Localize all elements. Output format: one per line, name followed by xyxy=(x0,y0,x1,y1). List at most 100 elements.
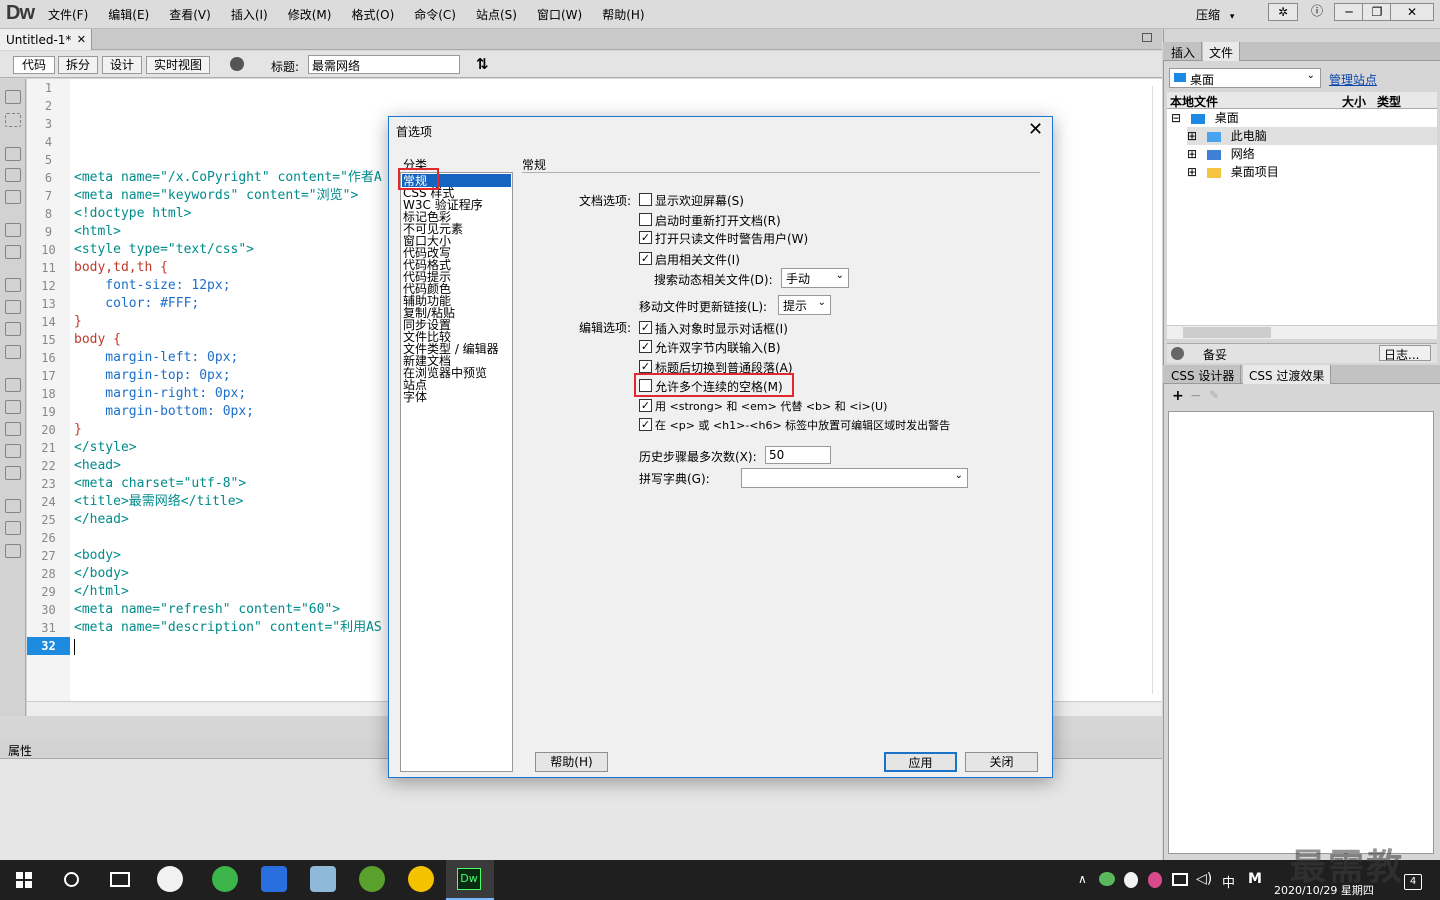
log-button[interactable]: 日志... xyxy=(1379,345,1431,362)
menu-file[interactable]: 文件(F) xyxy=(48,6,88,23)
word-wrap-icon[interactable] xyxy=(5,322,21,336)
wrap-tag-icon[interactable] xyxy=(5,422,21,436)
melon-icon[interactable] xyxy=(359,866,385,892)
tab-css-transitions[interactable]: CSS 过渡效果 xyxy=(1243,365,1332,384)
qq-icon[interactable] xyxy=(1124,872,1138,888)
globe-icon[interactable] xyxy=(230,57,244,71)
column-type[interactable]: 类型 xyxy=(1377,93,1401,110)
restore-panel-icon[interactable] xyxy=(1142,33,1152,42)
tree-item-desktop[interactable]: ⊟ 桌面 xyxy=(1171,109,1239,127)
collapse-selection-icon[interactable] xyxy=(5,168,21,182)
file-transfer-icon[interactable]: ⇅ xyxy=(476,55,489,73)
apply-comment-icon[interactable] xyxy=(5,378,21,392)
recent-snippets-icon[interactable] xyxy=(5,444,21,458)
tab-css-designer[interactable]: CSS 设计器 xyxy=(1165,365,1242,384)
workspace-switcher[interactable]: 压缩 ▾ xyxy=(1196,6,1234,23)
app-icon[interactable] xyxy=(157,866,183,892)
indent-code-icon[interactable] xyxy=(5,499,21,513)
menu-window[interactable]: 窗口(W) xyxy=(537,6,582,23)
tree-item-network[interactable]: ⊞ 网络 xyxy=(1187,145,1255,163)
tab-insert[interactable]: 插入 xyxy=(1165,42,1203,61)
menu-view[interactable]: 查看(V) xyxy=(169,6,211,23)
minimize-button[interactable]: ─ xyxy=(1334,3,1364,21)
menu-command[interactable]: 命令(C) xyxy=(414,6,456,23)
expand-icon[interactable]: ⊞ xyxy=(1187,129,1197,143)
edit-transition-button[interactable]: ✎ xyxy=(1209,388,1219,402)
search-dynamic-select[interactable]: 手动 ⌄ xyxy=(781,268,849,288)
line-numbers-icon[interactable] xyxy=(5,278,21,292)
checkbox-editable-warning[interactable]: ✓ xyxy=(639,418,652,431)
move-css-icon[interactable] xyxy=(5,466,21,480)
security-icon[interactable] xyxy=(408,866,434,892)
column-size[interactable]: 大小 xyxy=(1342,93,1366,110)
menu-modify[interactable]: 修改(M) xyxy=(288,6,332,23)
close-button[interactable]: 关闭 xyxy=(965,752,1038,772)
spell-dictionary-select[interactable]: ⌄ xyxy=(741,468,968,488)
collapse-icon[interactable]: ⊟ xyxy=(1171,111,1181,125)
chevron-up-icon[interactable]: ∧ xyxy=(1078,872,1087,886)
close-icon[interactable]: ✕ xyxy=(1028,120,1043,140)
remove-transition-button[interactable]: − xyxy=(1190,388,1202,404)
remove-comment-icon[interactable] xyxy=(5,400,21,414)
expand-icon[interactable]: ⊞ xyxy=(1187,165,1197,179)
qq-icon-2[interactable] xyxy=(1148,872,1162,888)
tree-item-this-pc[interactable]: ⊞ 此电脑 xyxy=(1187,127,1437,145)
title-input[interactable]: 最需网络 xyxy=(308,55,460,74)
live-view-button[interactable]: 实时视图 xyxy=(146,56,210,74)
open-documents-icon[interactable] xyxy=(5,90,21,104)
manage-sites-link[interactable]: 管理站点 xyxy=(1329,71,1377,88)
menu-site[interactable]: 站点(S) xyxy=(476,6,517,23)
checkbox-strong-em[interactable]: ✓ xyxy=(639,399,652,412)
format-source-icon[interactable] xyxy=(5,544,21,558)
category-item[interactable]: 字体 xyxy=(403,391,427,403)
dreamweaver-taskbar-button[interactable]: Dw xyxy=(446,860,494,900)
info-icon[interactable]: ⓘ xyxy=(1302,3,1332,21)
file-tree-scrollbar[interactable] xyxy=(1167,325,1437,339)
select-parent-tag-icon[interactable] xyxy=(5,223,21,237)
wechat-icon[interactable] xyxy=(1099,872,1115,886)
close-icon[interactable]: ✕ xyxy=(77,33,86,46)
code-vertical-scrollbar[interactable] xyxy=(1152,86,1160,694)
balance-braces-icon[interactable] xyxy=(5,245,21,259)
show-code-navigator-icon[interactable] xyxy=(5,113,21,127)
apply-button[interactable]: 应用 xyxy=(884,752,957,772)
close-window-button[interactable]: ✕ xyxy=(1390,3,1434,21)
wps-icon[interactable] xyxy=(261,866,287,892)
ime-indicator[interactable]: 中 xyxy=(1222,872,1235,891)
document-tab[interactable]: Untitled-1* ✕ xyxy=(0,29,92,50)
add-transition-button[interactable]: + xyxy=(1172,388,1184,404)
checkbox-insert-dialog[interactable]: ✓ xyxy=(639,321,652,334)
menu-format[interactable]: 格式(O) xyxy=(351,6,394,23)
tree-item-desktop-items[interactable]: ⊞ 桌面项目 xyxy=(1187,163,1279,181)
search-icon[interactable] xyxy=(64,872,79,887)
column-local-files[interactable]: 本地文件 xyxy=(1170,93,1218,110)
checkbox-show-welcome[interactable] xyxy=(639,193,652,206)
network-status-icon[interactable] xyxy=(1172,873,1188,886)
menu-insert[interactable]: 插入(I) xyxy=(231,6,268,23)
windows-start-icon[interactable] xyxy=(16,872,32,888)
menu-edit[interactable]: 编辑(E) xyxy=(108,6,149,23)
expand-icon[interactable]: ⊞ xyxy=(1187,147,1197,161)
checkbox-reopen-docs[interactable] xyxy=(639,213,652,226)
design-view-button[interactable]: 设计 xyxy=(102,56,142,74)
expand-all-icon[interactable] xyxy=(5,190,21,204)
code-view-button[interactable]: 代码 xyxy=(13,56,55,74)
scrollbar-thumb[interactable] xyxy=(1183,327,1271,338)
checkbox-warn-readonly[interactable]: ✓ xyxy=(639,231,652,244)
menu-help[interactable]: 帮助(H) xyxy=(602,6,644,23)
outdent-code-icon[interactable] xyxy=(5,521,21,535)
connection-icon[interactable] xyxy=(1171,347,1184,360)
browser-icon[interactable] xyxy=(212,866,238,892)
task-view-icon[interactable] xyxy=(110,872,130,887)
checkbox-enable-related[interactable]: ✓ xyxy=(639,252,652,265)
help-button[interactable]: 帮助(H) xyxy=(535,752,608,772)
notepad-icon[interactable] xyxy=(310,866,336,892)
ime-mode-indicator[interactable]: M xyxy=(1248,871,1262,887)
syntax-coloring-icon[interactable] xyxy=(5,345,21,359)
restore-button[interactable]: ❐ xyxy=(1362,3,1392,21)
history-steps-input[interactable]: 50 xyxy=(765,446,831,464)
checkbox-double-byte[interactable]: ✓ xyxy=(639,340,652,353)
collapse-tag-icon[interactable] xyxy=(5,147,21,161)
highlight-invalid-icon[interactable] xyxy=(5,300,21,314)
checkbox-switch-paragraph[interactable]: ✓ xyxy=(639,360,652,373)
